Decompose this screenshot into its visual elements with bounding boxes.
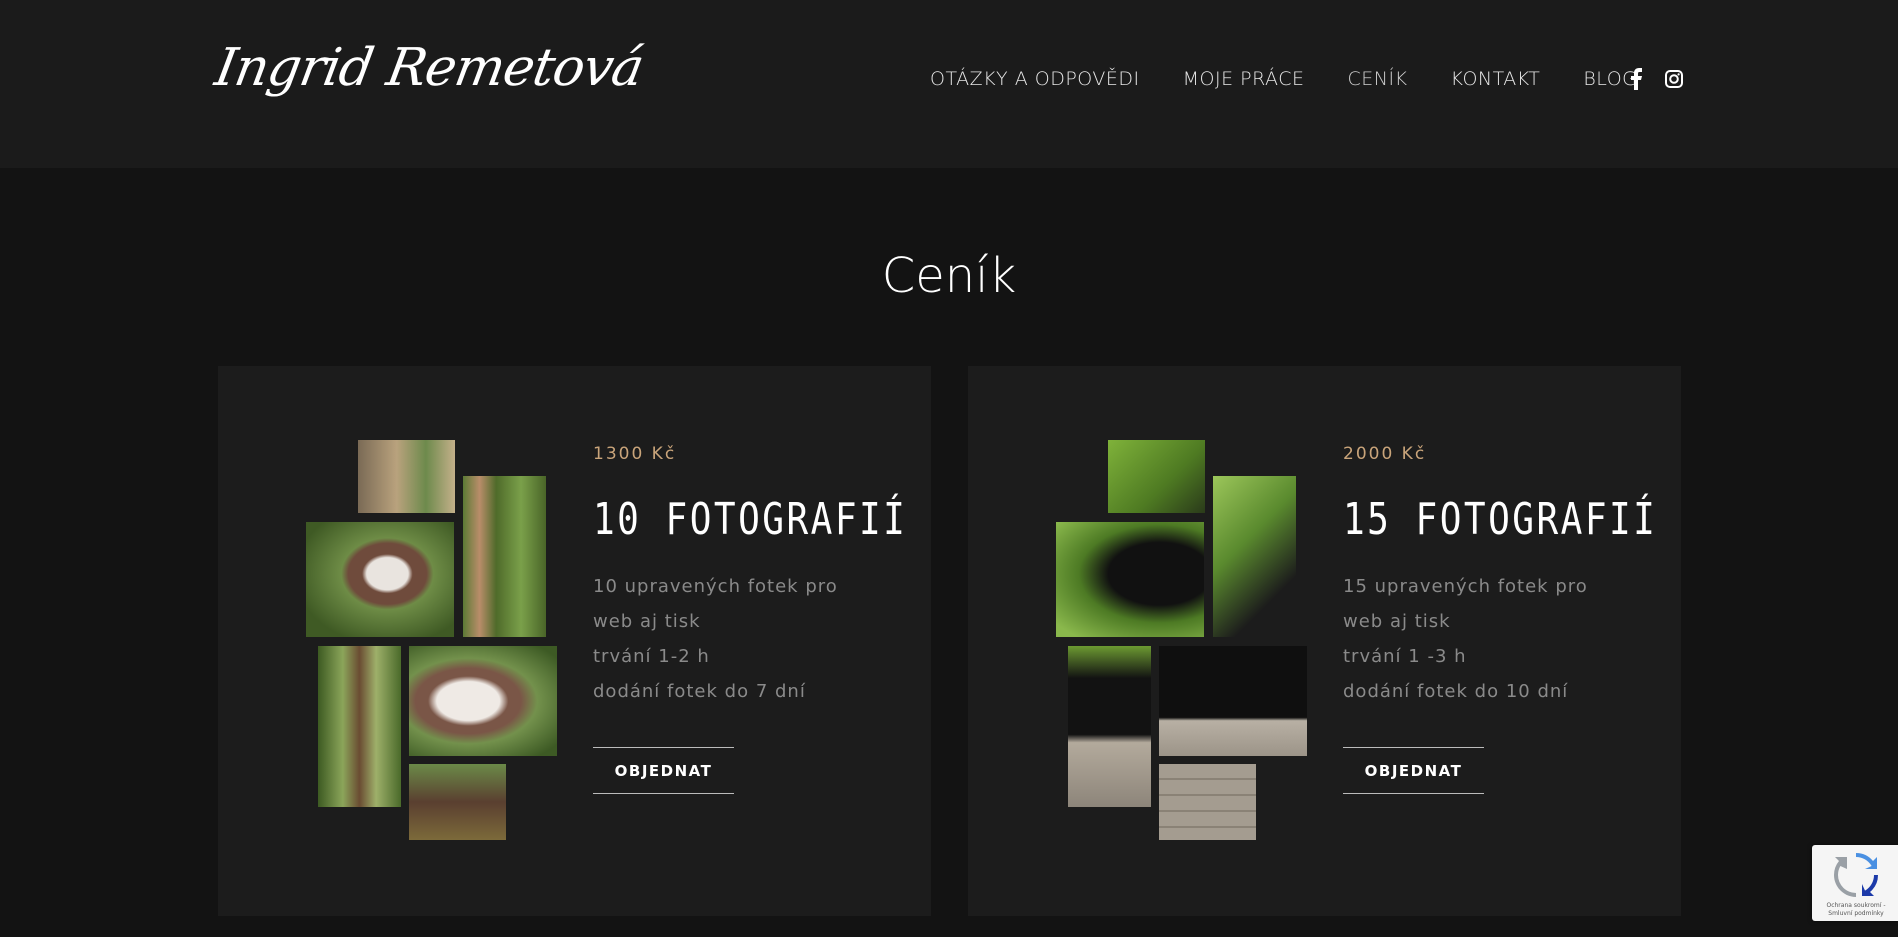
social-links <box>1628 68 1683 90</box>
nav-item-contact[interactable]: KONTAKT <box>1451 68 1541 90</box>
feature-item: web aj tisk <box>1343 611 1451 632</box>
package-features: 15 upravených fotek pro web aj tisk trvá… <box>1343 569 1726 709</box>
collage-tile <box>409 764 506 840</box>
nav-item-pricing[interactable]: CENÍK <box>1347 68 1407 90</box>
main-nav: OTÁZKY A ODPOVĚDI MOJE PRÁCE CENÍK KONTA… <box>930 68 1680 90</box>
package-name: 10 FOTOGRAFIÍ <box>593 494 908 545</box>
feature-item: trvání 1 -3 h <box>1343 646 1467 667</box>
facebook-icon[interactable] <box>1628 68 1646 90</box>
site-logo[interactable]: Ingrid Remetová <box>211 38 648 98</box>
photo-collage <box>1056 440 1316 840</box>
feature-item: dodání fotek do 10 dní <box>1343 681 1569 702</box>
site-header: Ingrid Remetová OTÁZKY A ODPOVĚDI MOJE P… <box>0 0 1898 168</box>
page-title: Ceník <box>881 248 1017 304</box>
package-price: 1300 Kč <box>593 444 677 464</box>
photo-collage <box>306 440 566 840</box>
collage-tile <box>1068 646 1151 807</box>
package-info: 1300 Kč 10 FOTOGRAFIÍ 10 upravených fote… <box>593 444 976 794</box>
recaptcha-icon <box>1832 851 1880 903</box>
instagram-icon[interactable] <box>1664 68 1683 90</box>
package-name: 15 FOTOGRAFIÍ <box>1343 494 1658 545</box>
collage-tile <box>1213 476 1296 637</box>
collage-tile <box>1056 522 1204 637</box>
feature-item: 15 upravených fotek pro <box>1343 576 1588 597</box>
recaptcha-text[interactable]: Ochrana soukromí - Smluvní podmínky <box>1814 902 1898 918</box>
collage-tile <box>409 646 557 756</box>
collage-tile <box>1159 764 1256 840</box>
order-button[interactable]: OBJEDNAT <box>593 747 734 794</box>
collage-tile <box>306 522 454 637</box>
package-price: 2000 Kč <box>1343 444 1427 464</box>
collage-tile <box>318 646 401 807</box>
recaptcha-badge[interactable]: Ochrana soukromí - Smluvní podmínky <box>1812 845 1898 921</box>
collage-tile <box>1159 646 1307 756</box>
collage-tile <box>1108 440 1205 513</box>
pricing-card: 1300 Kč 10 FOTOGRAFIÍ 10 upravených fote… <box>218 366 931 916</box>
order-button[interactable]: OBJEDNAT <box>1343 747 1484 794</box>
pricing-card: 2000 Kč 15 FOTOGRAFIÍ 15 upravených fote… <box>968 366 1681 916</box>
feature-item: web aj tisk <box>593 611 701 632</box>
feature-item: 10 upravených fotek pro <box>593 576 838 597</box>
collage-tile <box>463 476 546 637</box>
feature-item: dodání fotek do 7 dní <box>593 681 806 702</box>
package-features: 10 upravených fotek pro web aj tisk trvá… <box>593 569 976 709</box>
package-info: 2000 Kč 15 FOTOGRAFIÍ 15 upravených fote… <box>1343 444 1726 794</box>
collage-tile <box>358 440 455 513</box>
feature-item: trvání 1-2 h <box>593 646 710 667</box>
nav-item-faq[interactable]: OTÁZKY A ODPOVĚDI <box>930 68 1140 90</box>
nav-item-portfolio[interactable]: MOJE PRÁCE <box>1183 68 1305 90</box>
